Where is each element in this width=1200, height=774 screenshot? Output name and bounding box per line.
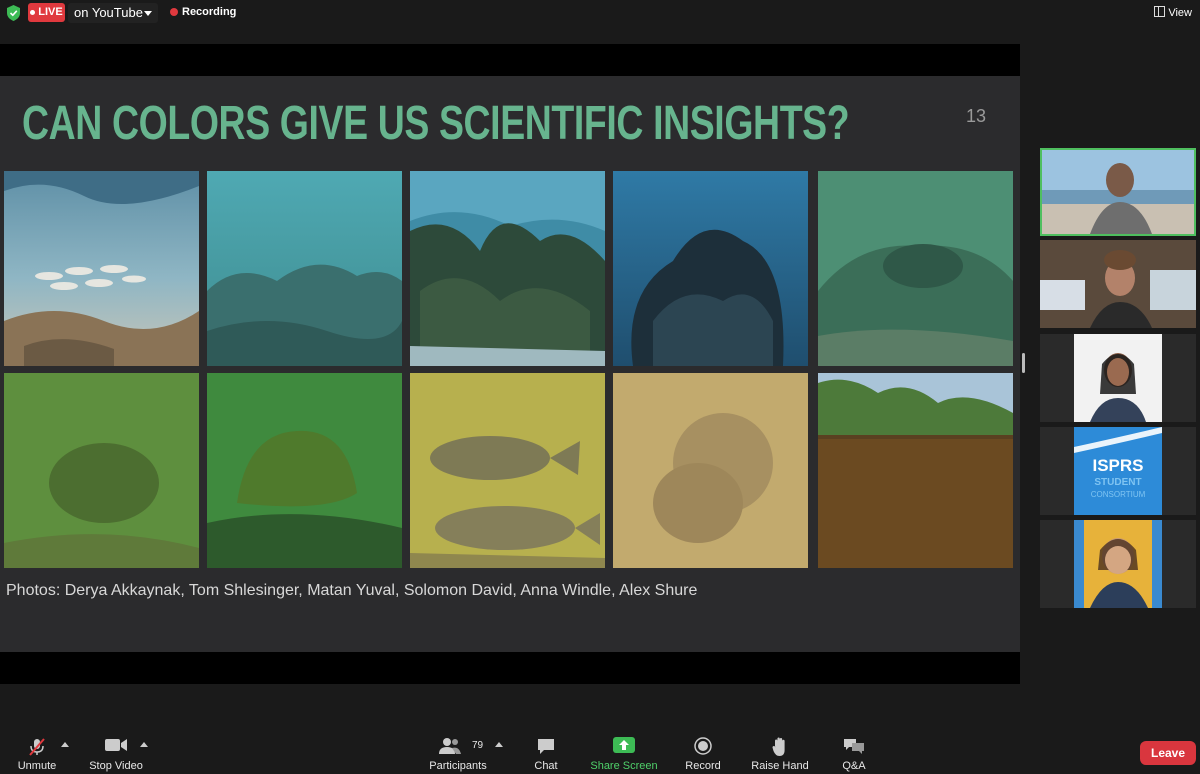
stop-video-button[interactable]: Stop Video: [84, 730, 148, 774]
participants-icon: [439, 738, 461, 754]
video-options-chevron-icon[interactable]: [140, 742, 148, 747]
record-label: Record: [685, 760, 721, 772]
participant-video-5: [1040, 520, 1196, 608]
photo-sediment-cloud: [613, 373, 808, 568]
participants-options-chevron-icon[interactable]: [495, 742, 503, 747]
photo-coral-reef: [410, 171, 605, 366]
video-tile-4[interactable]: ISPRS STUDENT CONSORTIUM: [1040, 427, 1196, 515]
unmute-label: Unmute: [17, 760, 57, 772]
qa-label: Q&A: [842, 760, 866, 772]
view-button[interactable]: View: [1154, 6, 1192, 19]
photo-hazy-reef: [207, 171, 402, 366]
participant-video-2: [1040, 240, 1196, 328]
panel-resize-handle[interactable]: [1022, 353, 1025, 373]
share-screen-icon: [613, 737, 635, 753]
stream-target-dropdown[interactable]: on YouTube: [68, 3, 158, 23]
photo-green-water-rock: [4, 373, 199, 568]
record-icon: [694, 737, 712, 755]
participants-button[interactable]: Participants: [424, 730, 492, 774]
raise-hand-icon: [772, 737, 785, 756]
recording-indicator[interactable]: Recording: [170, 6, 236, 18]
video-tile-active-speaker[interactable]: [1040, 148, 1196, 236]
tile4-logo-text: ISPRS: [1092, 456, 1143, 475]
unmute-button[interactable]: Unmute: [10, 730, 64, 774]
stop-video-label: Stop Video: [89, 760, 143, 772]
photo-brown-water-surface: [818, 373, 1013, 568]
photo-carp-fish: [410, 373, 605, 568]
live-badge[interactable]: LIVE: [28, 3, 65, 22]
participants-count: 79: [472, 740, 484, 751]
video-tile-3[interactable]: [1040, 334, 1196, 422]
record-button[interactable]: Record: [680, 730, 726, 774]
presentation-slide: CAN COLORS GIVE US SCIENTIFIC INSIGHTS? …: [0, 76, 1020, 652]
photo-blue-coral: [613, 171, 808, 366]
audio-options-chevron-icon[interactable]: [61, 742, 69, 747]
photo-green-weed-mound: [207, 373, 402, 568]
view-layout-icon: [1154, 6, 1166, 17]
photo-credits: Photos: Derya Akkaynak, Tom Shlesinger, …: [6, 582, 698, 599]
chat-button[interactable]: Chat: [526, 730, 566, 774]
participants-label: Participants: [429, 760, 487, 772]
muted-microphone-icon: [29, 738, 45, 756]
slide-title: CAN COLORS GIVE US SCIENTIFIC INSIGHTS?: [22, 97, 850, 150]
encryption-shield-icon[interactable]: [6, 5, 21, 21]
live-dot-icon: [30, 9, 36, 15]
leave-button[interactable]: Leave: [1140, 741, 1196, 765]
qa-button[interactable]: Q&A: [834, 730, 874, 774]
participant-video-4: ISPRS STUDENT CONSORTIUM: [1040, 427, 1196, 515]
qa-icon: [844, 739, 864, 754]
share-screen-button[interactable]: Share Screen: [586, 730, 662, 774]
slide-page-number: 13: [966, 106, 987, 126]
video-camera-icon: [105, 739, 127, 751]
live-label: LIVE: [38, 6, 63, 18]
recording-dot-icon: [170, 8, 178, 16]
chat-label: Chat: [534, 760, 558, 772]
tile4-logo-sub2: CONSORTIUM: [1091, 490, 1146, 499]
chevron-down-icon: [144, 11, 152, 16]
video-tile-5[interactable]: [1040, 520, 1196, 608]
view-label: View: [1168, 7, 1192, 19]
chat-bubble-icon: [538, 739, 554, 754]
participant-video-3: [1040, 334, 1196, 422]
share-screen-label: Share Screen: [590, 760, 658, 772]
photo-clear-water-fish: [4, 171, 199, 366]
tile4-logo-sub1: STUDENT: [1094, 477, 1141, 488]
recording-label: Recording: [182, 6, 237, 18]
meeting-toolbar: Unmute Stop Video Participants 79 Chat S…: [0, 730, 1200, 774]
stream-target-label: on YouTube: [74, 5, 143, 20]
raise-hand-label: Raise Hand: [751, 760, 809, 772]
video-tile-2[interactable]: [1040, 240, 1196, 328]
meeting-top-bar: LIVE on YouTube Recording View: [0, 0, 1200, 26]
photo-green-murky-rock: [818, 171, 1013, 366]
participant-video-1: [1042, 150, 1194, 234]
raise-hand-button[interactable]: Raise Hand: [748, 730, 812, 774]
